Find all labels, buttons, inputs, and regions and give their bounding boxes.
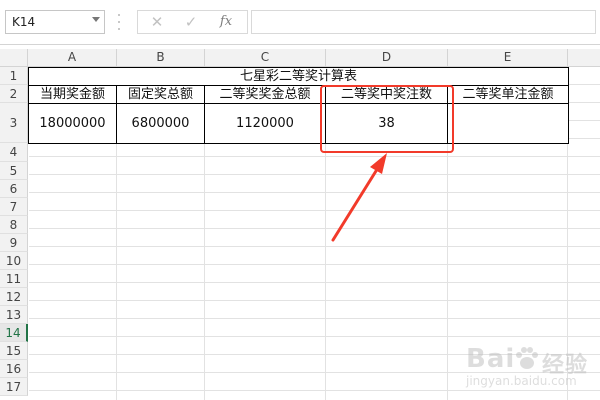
watermark-brand: Bai bbox=[466, 344, 516, 374]
watermark: Bai 经验 jingyan.baidu.com bbox=[466, 344, 594, 396]
paw-icon bbox=[516, 347, 538, 369]
watermark-url: jingyan.baidu.com bbox=[466, 374, 577, 388]
annotation-arrow bbox=[331, 153, 387, 242]
